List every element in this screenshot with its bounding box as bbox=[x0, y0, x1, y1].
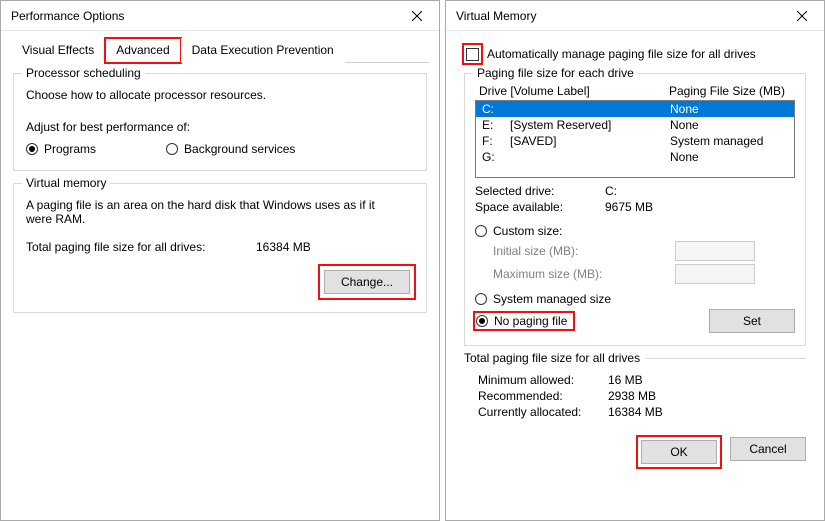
drive-letter: F: bbox=[482, 134, 510, 148]
titlebar: Virtual Memory bbox=[446, 1, 824, 31]
radio-background-services[interactable]: Background services bbox=[166, 142, 295, 156]
radio-icon bbox=[166, 143, 178, 155]
radio-icon bbox=[475, 293, 487, 305]
drive-label bbox=[510, 102, 670, 116]
drive-size: System managed bbox=[670, 134, 763, 148]
auto-manage-checkbox[interactable] bbox=[466, 48, 479, 61]
drive-label: [System Reserved] bbox=[510, 118, 670, 132]
tabs: Visual Effects Advanced Data Execution P… bbox=[11, 37, 429, 63]
radio-label: Background services bbox=[184, 142, 295, 156]
virtual-memory-dialog: Virtual Memory Automatically manage pagi… bbox=[445, 0, 825, 521]
space-available-value: 9675 MB bbox=[605, 200, 653, 214]
radio-label: No paging file bbox=[494, 314, 567, 328]
drive-size: None bbox=[670, 150, 699, 164]
currently-allocated-value: 16384 MB bbox=[608, 405, 663, 419]
total-value: 16384 MB bbox=[256, 240, 311, 254]
initial-size-label: Initial size (MB): bbox=[493, 244, 578, 258]
selected-drive-label: Selected drive: bbox=[475, 184, 605, 198]
drive-letter: G: bbox=[482, 150, 510, 164]
change-button[interactable]: Change... bbox=[324, 270, 410, 294]
radio-no-paging-file[interactable]: No paging file bbox=[475, 313, 573, 329]
total-label: Total paging file size for all drives: bbox=[26, 240, 256, 254]
min-allowed-label: Minimum allowed: bbox=[478, 373, 608, 387]
titlebar: Performance Options bbox=[1, 1, 439, 31]
ok-button[interactable]: OK bbox=[641, 440, 717, 464]
min-allowed-value: 16 MB bbox=[608, 373, 643, 387]
close-button[interactable] bbox=[779, 1, 824, 31]
space-available-label: Space available: bbox=[475, 200, 605, 214]
radio-system-managed[interactable]: System managed size bbox=[475, 292, 795, 306]
drive-row[interactable]: C: None bbox=[476, 101, 794, 117]
tab-advanced[interactable]: Advanced bbox=[105, 38, 180, 63]
radio-icon bbox=[475, 225, 487, 237]
radio-custom-size[interactable]: Custom size: bbox=[475, 224, 795, 238]
drive-row[interactable]: F: [SAVED] System managed bbox=[476, 133, 794, 149]
drive-size: None bbox=[670, 102, 699, 116]
drive-letter: E: bbox=[482, 118, 510, 132]
radio-icon bbox=[476, 315, 488, 327]
selected-drive-value: C: bbox=[605, 184, 617, 198]
tab-visual-effects[interactable]: Visual Effects bbox=[11, 38, 105, 63]
adjust-label: Adjust for best performance of: bbox=[26, 120, 414, 134]
radio-label: System managed size bbox=[493, 292, 611, 306]
recommended-label: Recommended: bbox=[478, 389, 608, 403]
set-button[interactable]: Set bbox=[709, 309, 795, 333]
radio-label: Custom size: bbox=[493, 224, 562, 238]
col-drive: Drive [Volume Label] bbox=[479, 84, 669, 98]
cancel-button[interactable]: Cancel bbox=[730, 437, 806, 461]
maximum-size-input bbox=[675, 264, 755, 284]
recommended-value: 2938 MB bbox=[608, 389, 656, 403]
drives-group: Paging file size for each drive Drive [V… bbox=[464, 73, 806, 346]
performance-options-dialog: Performance Options Visual Effects Advan… bbox=[0, 0, 440, 521]
drive-size: None bbox=[670, 118, 699, 132]
close-icon bbox=[412, 11, 422, 21]
close-icon bbox=[797, 11, 807, 21]
drive-list[interactable]: C: None E: [System Reserved] None F: [SA… bbox=[475, 100, 795, 178]
drive-row[interactable]: E: [System Reserved] None bbox=[476, 117, 794, 133]
group-legend: Paging file size for each drive bbox=[473, 66, 638, 80]
drive-letter: C: bbox=[482, 102, 510, 116]
currently-allocated-label: Currently allocated: bbox=[478, 405, 608, 419]
radio-label: Programs bbox=[44, 142, 96, 156]
tab-dep[interactable]: Data Execution Prevention bbox=[181, 38, 345, 63]
group-legend: Virtual memory bbox=[22, 176, 110, 190]
totals-group: Total paging file size for all drives Mi… bbox=[464, 358, 806, 419]
totals-legend: Total paging file size for all drives bbox=[464, 351, 646, 365]
processor-scheduling-group: Processor scheduling Choose how to alloc… bbox=[13, 73, 427, 171]
col-size: Paging File Size (MB) bbox=[669, 84, 785, 98]
window-title: Performance Options bbox=[11, 9, 394, 23]
intro-text: Choose how to allocate processor resourc… bbox=[26, 88, 414, 102]
drive-row[interactable]: G: None bbox=[476, 149, 794, 165]
virtual-memory-group: Virtual memory A paging file is an area … bbox=[13, 183, 427, 313]
vm-description: A paging file is an area on the hard dis… bbox=[26, 198, 386, 226]
initial-size-input bbox=[675, 241, 755, 261]
drive-label bbox=[510, 150, 670, 164]
drive-label: [SAVED] bbox=[510, 134, 670, 148]
window-title: Virtual Memory bbox=[456, 9, 779, 23]
close-button[interactable] bbox=[394, 1, 439, 31]
auto-manage-label: Automatically manage paging file size fo… bbox=[487, 47, 756, 61]
radio-programs[interactable]: Programs bbox=[26, 142, 96, 156]
maximum-size-label: Maximum size (MB): bbox=[493, 267, 602, 281]
radio-icon bbox=[26, 143, 38, 155]
group-legend: Processor scheduling bbox=[22, 66, 145, 80]
